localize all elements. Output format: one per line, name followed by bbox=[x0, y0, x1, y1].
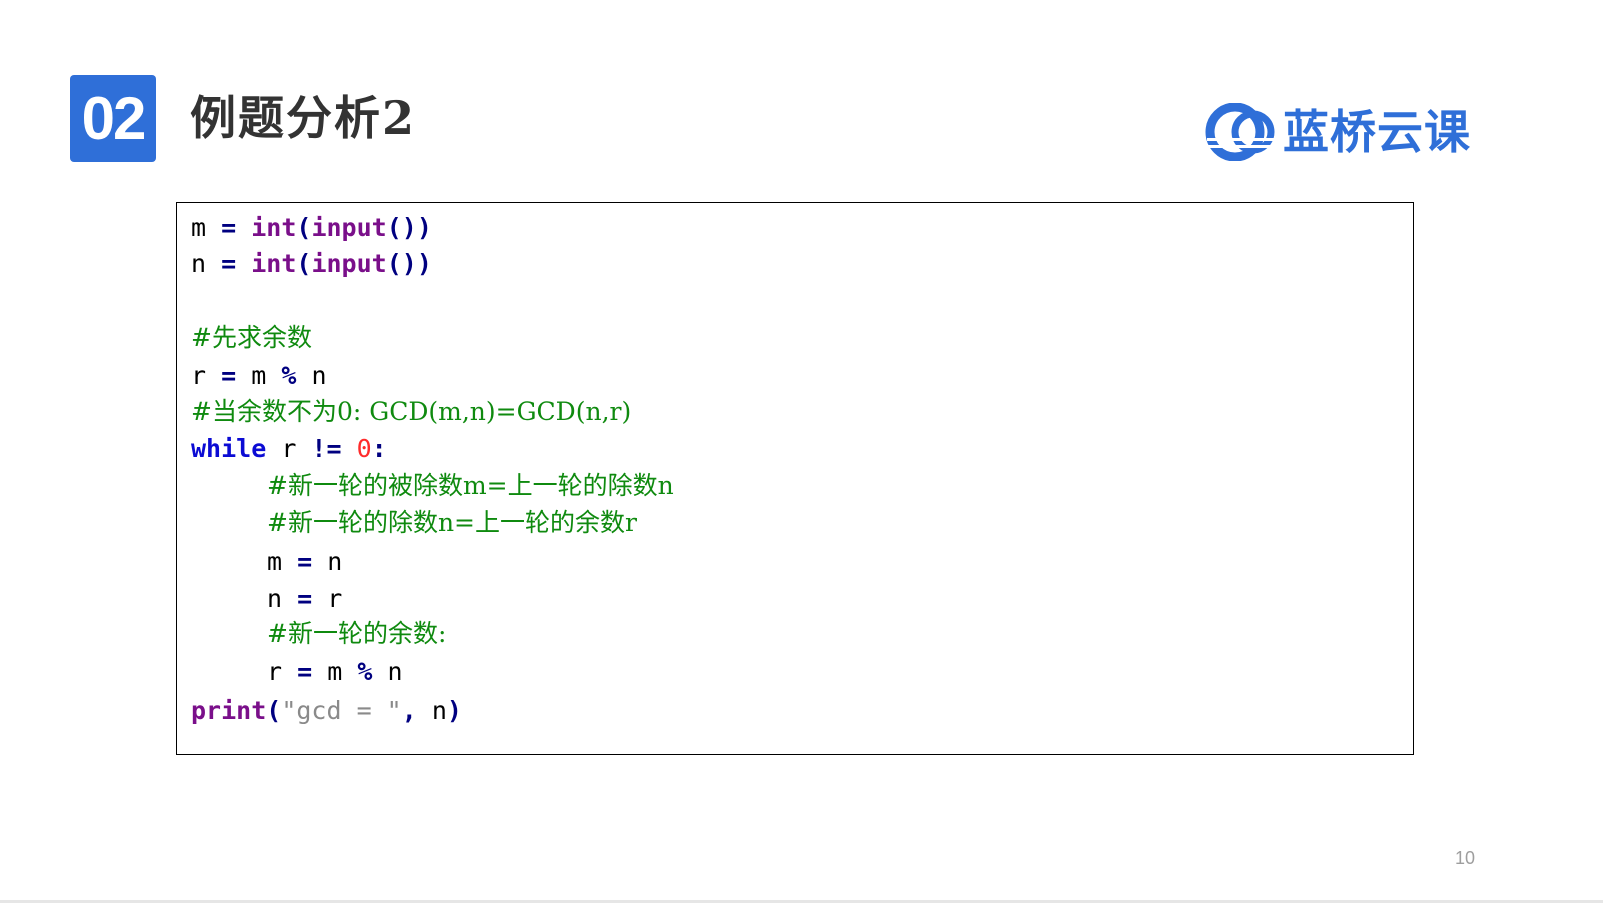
code-token-op: = bbox=[221, 361, 237, 390]
code-token-op: = bbox=[297, 657, 313, 686]
code-token-var: n bbox=[416, 696, 447, 725]
code-token-comment: #新一轮的余数: bbox=[267, 619, 447, 648]
code-token-paren: ( bbox=[266, 696, 282, 725]
code-token-str: "gcd = " bbox=[281, 696, 402, 725]
code-token-var: m bbox=[236, 361, 282, 390]
lanqiao-logo-icon bbox=[1205, 103, 1277, 161]
code-token-op: != bbox=[311, 434, 342, 463]
code-token-paren: ()) bbox=[386, 249, 432, 278]
code-token-var: m bbox=[312, 657, 358, 686]
code-token-var bbox=[236, 249, 251, 278]
code-token-kw: while bbox=[191, 434, 267, 463]
code-token-func: print bbox=[191, 696, 267, 725]
code-line: r = m % n bbox=[191, 359, 327, 393]
code-token-var: r bbox=[267, 657, 298, 686]
code-token-comment: #新一轮的除数n=上一轮的余数r bbox=[267, 508, 637, 537]
code-token-var: m bbox=[191, 213, 222, 242]
code-block: m = int(input()) n = int(input()) #先求余数 r =… bbox=[176, 202, 1414, 755]
code-token-op: % bbox=[281, 361, 297, 390]
code-token-var bbox=[342, 434, 357, 463]
code-token-op: , bbox=[401, 696, 417, 725]
slide-title: 例题分析2 bbox=[190, 91, 417, 145]
page-number: 10 bbox=[1455, 848, 1476, 868]
code-token-op: = bbox=[297, 547, 313, 576]
section-number-badge: 02 bbox=[70, 75, 156, 162]
code-line: n = int(input()) bbox=[191, 247, 432, 281]
code-token-comment: #先求余数 bbox=[191, 323, 312, 352]
logo-text: 蓝桥云课 bbox=[1283, 105, 1471, 159]
code-token-comment: #当余数不为0: GCD(m,n)=GCD(n,r) bbox=[191, 397, 632, 426]
code-token-op: % bbox=[357, 657, 373, 686]
code-line: print("gcd = ", n) bbox=[191, 694, 462, 728]
code-token-paren: ()) bbox=[386, 213, 432, 242]
code-line: m = n bbox=[267, 545, 342, 579]
code-token-func: int bbox=[251, 213, 297, 242]
code-line: n = r bbox=[267, 582, 342, 616]
brand-logo: 蓝桥云课 bbox=[1205, 103, 1471, 161]
code-token-paren: ( bbox=[296, 249, 312, 278]
code-token-var: n bbox=[312, 547, 343, 576]
code-token-comment: #新一轮的被除数m=上一轮的除数n bbox=[267, 471, 674, 500]
code-token-op: = bbox=[221, 249, 237, 278]
code-token-func: int bbox=[251, 249, 297, 278]
code-line: #当余数不为0: GCD(m,n)=GCD(n,r) bbox=[191, 395, 631, 429]
code-token-var: r bbox=[191, 361, 222, 390]
code-token-paren: ( bbox=[296, 213, 312, 242]
code-token-num: 0 bbox=[356, 434, 372, 463]
code-line: #新一轮的余数: bbox=[267, 617, 446, 651]
section-number: 02 bbox=[81, 85, 147, 152]
slide: 02 例题分析2 蓝桥云课 m = int(input()) n = int(in… bbox=[0, 0, 1603, 903]
code-line: #新一轮的被除数m=上一轮的除数n bbox=[267, 469, 674, 503]
code-token-op: : bbox=[371, 434, 387, 463]
code-line: #新一轮的除数n=上一轮的余数r bbox=[267, 506, 637, 540]
code-token-var: m bbox=[267, 547, 298, 576]
code-line: m = int(input()) bbox=[191, 211, 432, 245]
code-token-var: n bbox=[191, 249, 222, 278]
code-token-var: r bbox=[312, 584, 343, 613]
code-token-var: n bbox=[267, 584, 298, 613]
code-token-op: = bbox=[221, 213, 237, 242]
code-line: #先求余数 bbox=[191, 321, 312, 355]
code-token-paren: ) bbox=[446, 696, 462, 725]
code-token-var bbox=[236, 213, 251, 242]
code-token-func: input bbox=[311, 213, 387, 242]
code-line: r = m % n bbox=[267, 655, 403, 689]
code-token-var: r bbox=[266, 434, 312, 463]
code-token-var: n bbox=[296, 361, 327, 390]
code-token-func: input bbox=[311, 249, 387, 278]
code-line: while r != 0: bbox=[191, 432, 387, 466]
code-token-var: n bbox=[372, 657, 403, 686]
code-token-op: = bbox=[297, 584, 313, 613]
